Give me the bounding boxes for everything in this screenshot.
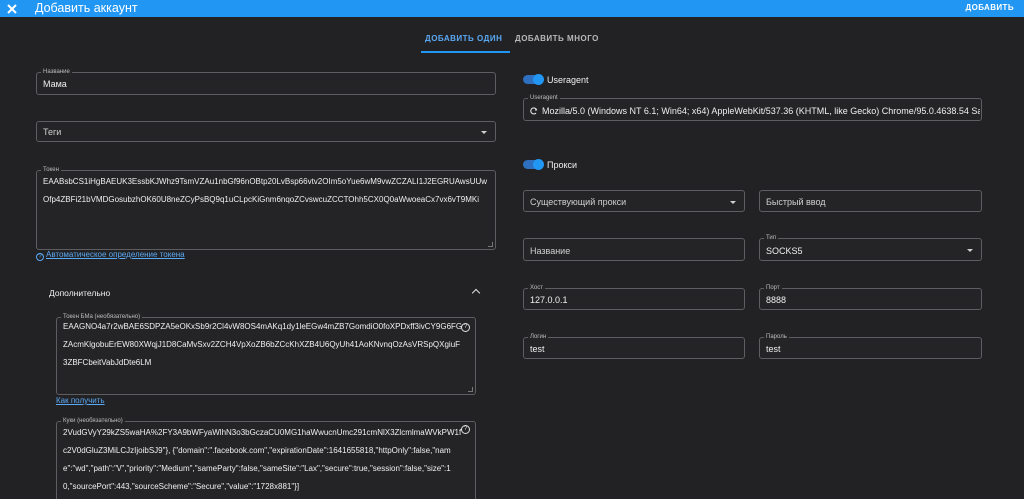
- how-to-get-link[interactable]: Как получить: [56, 396, 105, 405]
- chevron-down-icon: [730, 201, 736, 204]
- tabs: ДОБАВИТЬ ОДИН ДОБАВИТЬ МНОГО: [0, 33, 1024, 53]
- resize-handle-icon[interactable]: [468, 387, 473, 392]
- proxy-type-value: SOCKS5: [766, 246, 803, 256]
- proxy-type-select[interactable]: Тип SOCKS5: [759, 234, 982, 261]
- refresh-icon[interactable]: [530, 107, 538, 115]
- proxy-port-label: Порт: [764, 284, 782, 292]
- tags-placeholder: Теги: [43, 127, 62, 137]
- resize-handle-icon[interactable]: [488, 242, 493, 247]
- cookies-textarea[interactable]: Куки (необязательно) 2VudGVyY29kZS5waHA%…: [56, 417, 476, 499]
- proxy-type-label: Тип: [764, 234, 779, 242]
- proxy-host-value: 127.0.0.1: [530, 295, 568, 305]
- existing-proxy-select[interactable]: Существующий прокси: [523, 190, 745, 212]
- help-circle-icon[interactable]: ?: [461, 425, 470, 434]
- proxy-password-value: test: [766, 344, 781, 354]
- tab-indicator: [421, 51, 510, 53]
- tags-select[interactable]: Теги: [36, 121, 496, 142]
- dialog-title: Добавить аккаунт: [35, 1, 138, 15]
- proxy-login-field[interactable]: Логин test: [523, 333, 745, 359]
- useragent-toggle-label: Useragent: [547, 75, 589, 85]
- useragent-field[interactable]: Useragent Mozilla/5.0 (Windows NT 6.1; W…: [523, 94, 982, 121]
- bm-token-textarea[interactable]: Токен БМа (необязательно) EAAGNO4a7r2wBA…: [56, 313, 476, 395]
- help-circle-icon[interactable]: ?: [461, 323, 470, 332]
- close-icon: [7, 3, 17, 14]
- existing-proxy-placeholder: Существующий прокси: [530, 197, 627, 207]
- quick-input-placeholder: Быстрый ввод: [766, 197, 826, 207]
- proxy-port-field[interactable]: Порт 8888: [759, 284, 982, 310]
- tab-add-one[interactable]: ДОБАВИТЬ ОДИН: [425, 33, 502, 45]
- chevron-up-icon[interactable]: [471, 288, 481, 298]
- app-bar: Добавить аккаунт ДОБАВИТЬ: [0, 0, 1024, 17]
- proxy-host-field[interactable]: Хост 127.0.0.1: [523, 284, 745, 310]
- tab-add-many[interactable]: ДОБАВИТЬ МНОГО: [515, 33, 599, 45]
- useragent-value-wrap: Mozilla/5.0 (Windows NT 6.1; Win64; x64)…: [530, 106, 980, 116]
- bm-token-value: EAAGNO4a7r2wBAE6SDPZA5eOKxSb9r2Cl4vW8OS4…: [63, 322, 463, 367]
- useragent-toggle[interactable]: [523, 74, 544, 85]
- name-field-label: Название: [41, 68, 72, 76]
- toggle-knob: [533, 74, 544, 85]
- proxy-port-value: 8888: [766, 295, 787, 305]
- useragent-value: Mozilla/5.0 (Windows NT 6.1; Win64; x64)…: [542, 106, 980, 116]
- proxy-login-value: test: [530, 344, 545, 354]
- proxy-host-label: Хост: [528, 284, 546, 292]
- useragent-field-label: Useragent: [528, 94, 560, 102]
- proxy-password-label: Пароль: [764, 333, 789, 341]
- auto-detect-token-link[interactable]: ? Автоматическое определение токена: [36, 250, 185, 261]
- chevron-down-icon: [967, 249, 973, 252]
- name-field[interactable]: Название Мама: [36, 68, 496, 95]
- proxy-toggle[interactable]: [523, 159, 544, 170]
- auto-detect-token-text: Автоматическое определение токена: [46, 250, 185, 259]
- toggle-knob: [533, 159, 544, 170]
- cookies-value: 2VudGVyY29kZS5waHA%2FY3A9bWFyaWlhN3o3bGc…: [63, 428, 462, 491]
- proxy-login-label: Логин: [528, 333, 549, 341]
- proxy-name-field[interactable]: Название: [523, 238, 745, 261]
- proxy-name-placeholder: Название: [530, 246, 571, 256]
- token-value: EAABsbCS1iHgBAEUK3EssbKJWhz9TsmVZAu1nbGf…: [43, 177, 488, 204]
- additional-section-title: Дополнительно: [49, 288, 111, 298]
- proxy-toggle-label: Прокси: [547, 160, 578, 170]
- help-icon: ?: [36, 253, 44, 261]
- quick-input-field[interactable]: Быстрый ввод: [759, 190, 982, 212]
- close-button[interactable]: [5, 0, 19, 17]
- chevron-down-icon: [481, 131, 487, 134]
- name-value: Мама: [43, 79, 67, 89]
- token-textarea[interactable]: Токен EAABsbCS1iHgBAEUK3EssbKJWhz9TsmVZA…: [36, 166, 496, 250]
- proxy-password-field[interactable]: Пароль test: [759, 333, 982, 359]
- add-button[interactable]: ДОБАВИТЬ: [965, 3, 1014, 12]
